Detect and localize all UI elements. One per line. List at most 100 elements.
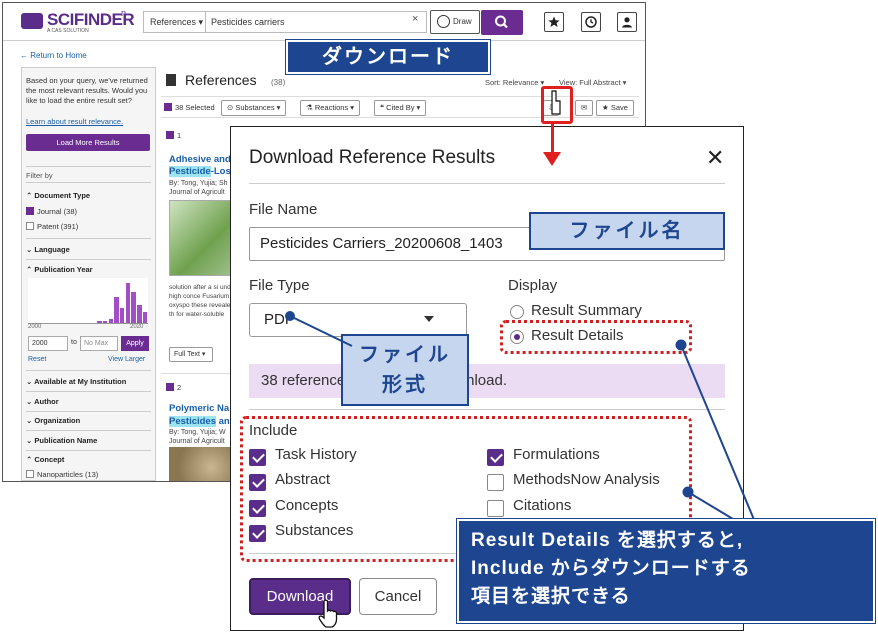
result-1-number: 1 <box>177 131 182 140</box>
histogram-bar[interactable] <box>102 320 108 323</box>
result-2-title-line2[interactable]: Pesticides an <box>169 416 230 427</box>
result-1-journal: Journal of Agricult <box>169 189 225 196</box>
divider <box>26 259 151 260</box>
save-label: Save <box>610 103 628 112</box>
scifinder-logo[interactable]: SCIFINDER n A CAS SOLUTION <box>21 8 139 37</box>
logo-superscript: n <box>121 8 127 18</box>
result-2-title[interactable]: Polymeric Na <box>169 403 229 414</box>
result-summary-label[interactable]: Result Summary <box>531 302 642 319</box>
flask-icon: ⚗ <box>306 103 315 112</box>
divider <box>26 370 151 371</box>
histogram-bar[interactable] <box>142 312 148 323</box>
search-button[interactable] <box>481 10 523 35</box>
publication-name-filter[interactable]: ⌄ Publication Name <box>26 436 97 445</box>
histogram-bar[interactable] <box>137 305 142 323</box>
divider <box>249 183 725 184</box>
selected-count: 38 Selected <box>175 103 215 112</box>
divider <box>26 430 151 431</box>
search-highlight: Pesticides <box>169 416 216 427</box>
publication-year-filter[interactable]: ⌃ Publication Year <box>26 265 93 274</box>
author-filter[interactable]: ⌄ Author <box>26 397 59 406</box>
result-1-title-line2[interactable]: Pesticide-Loss <box>169 166 236 177</box>
search-input[interactable]: Pesticides carriers <box>205 11 427 33</box>
result-1-graphical-abstract[interactable] <box>169 200 234 276</box>
file-type-label: File Type <box>249 277 310 294</box>
callout-file-type-line2: 形式 <box>382 374 428 396</box>
clear-icon[interactable]: × <box>412 13 418 25</box>
relevance-link[interactable]: Learn about result relevance. <box>26 117 123 126</box>
histogram-bar[interactable] <box>108 318 113 323</box>
select-all-checkbox[interactable]: 38 Selected <box>164 103 215 112</box>
year-axis-min: 2000 <box>28 324 42 330</box>
arrow-line <box>551 124 554 154</box>
divider <box>26 391 151 392</box>
document-type-filter[interactable]: ⌃ Document Type <box>26 191 90 200</box>
search-highlight: Pesticide <box>169 166 211 177</box>
concept-filter[interactable]: ⌃ Concept <box>26 455 64 464</box>
hand-cursor-icon <box>551 90 561 115</box>
arrow-down-icon <box>543 152 561 166</box>
sort-dropdown[interactable]: Sort: Relevance ▾ <box>485 78 544 87</box>
substances-button[interactable]: ⊙ Substances ▾ <box>221 100 287 116</box>
email-button[interactable]: ✉ <box>575 100 593 116</box>
full-text-button[interactable]: Full Text ▾ <box>169 347 213 362</box>
callout-file-type: ファイル 形式 <box>341 334 469 406</box>
file-name-label: File Name <box>249 201 318 218</box>
dialog-title: Download Reference Results <box>249 147 496 168</box>
reactions-button[interactable]: ⚗ Reactions ▾ <box>300 100 361 116</box>
divider <box>26 411 151 412</box>
top-bar: SCIFINDER n A CAS SOLUTION References ▾ … <box>3 3 645 41</box>
favorites-button[interactable] <box>544 12 564 32</box>
publication-year-histogram[interactable] <box>28 278 148 324</box>
year-min-input[interactable]: 2000 <box>28 336 68 351</box>
result-2-checkbox[interactable]: 2 <box>166 383 181 392</box>
callout-result-line3: 項目を選択できる <box>471 586 631 607</box>
display-label: Display <box>508 277 558 294</box>
search-scope-dropdown[interactable]: References ▾ <box>143 11 205 33</box>
result-2-authors: By: Tong, Yujia; W <box>169 429 226 436</box>
year-to-label: to <box>71 339 77 346</box>
result-2-journal: Journal of Agricult <box>169 438 225 445</box>
language-filter[interactable]: ⌄ Language <box>26 245 70 254</box>
journal-filter-option[interactable]: Journal (38) <box>26 207 77 216</box>
close-icon[interactable]: ✕ <box>706 145 724 171</box>
caret-down-icon <box>424 316 434 322</box>
institution-filter[interactable]: ⌄ Available at My Institution <box>26 377 126 386</box>
result-1-checkbox[interactable]: 1 <box>166 131 181 140</box>
divider <box>26 450 151 451</box>
callout-result-line2: Include からダウンロードする <box>471 558 751 579</box>
draw-button[interactable]: Draw <box>430 10 480 34</box>
patent-filter-option[interactable]: Patent (391) <box>26 222 78 231</box>
result-2-graphical-abstract[interactable] <box>169 447 239 481</box>
cited-by-button[interactable]: ❝ Cited By ▾ <box>374 100 427 116</box>
profile-button[interactable] <box>617 12 637 32</box>
envelope-icon: ✉ <box>580 103 588 112</box>
result-1-abstract: solution after a si under high conce Fus… <box>169 284 237 318</box>
history-button[interactable] <box>581 12 601 32</box>
save-button[interactable]: ★ Save <box>596 100 634 116</box>
callout-download: ダウンロード <box>285 39 491 75</box>
divider <box>26 182 151 183</box>
return-home-link[interactable]: ← Return to Home <box>20 51 87 60</box>
checkbox-icon <box>26 470 34 478</box>
selection-notice: 38 references selected for download. <box>249 364 725 398</box>
histogram-bar[interactable] <box>114 296 119 323</box>
histogram-bar[interactable] <box>131 292 136 323</box>
histogram-bar[interactable] <box>119 307 125 323</box>
organization-filter[interactable]: ⌄ Organization <box>26 416 80 425</box>
callout-file-type-line1: ファイル <box>359 344 451 366</box>
year-max-input[interactable]: No Max <box>80 336 118 351</box>
cancel-button[interactable]: Cancel <box>359 578 437 615</box>
apply-year-button[interactable]: Apply <box>121 336 149 351</box>
histogram-bar[interactable] <box>97 320 102 323</box>
divider <box>249 409 725 410</box>
view-larger-link[interactable]: View Larger <box>108 356 145 363</box>
patent-filter-label: Patent (391) <box>37 222 79 231</box>
histogram-bar[interactable] <box>125 283 131 323</box>
filter-sidebar: Based on your query, we've returned the … <box>21 67 156 481</box>
nanoparticles-filter-option[interactable]: Nanoparticles (13) <box>26 470 98 479</box>
load-more-button[interactable]: Load More Results <box>26 134 150 151</box>
file-type-select[interactable]: PDF <box>249 303 467 337</box>
result-summary-radio[interactable] <box>510 305 524 319</box>
reset-link[interactable]: Reset <box>28 356 46 363</box>
